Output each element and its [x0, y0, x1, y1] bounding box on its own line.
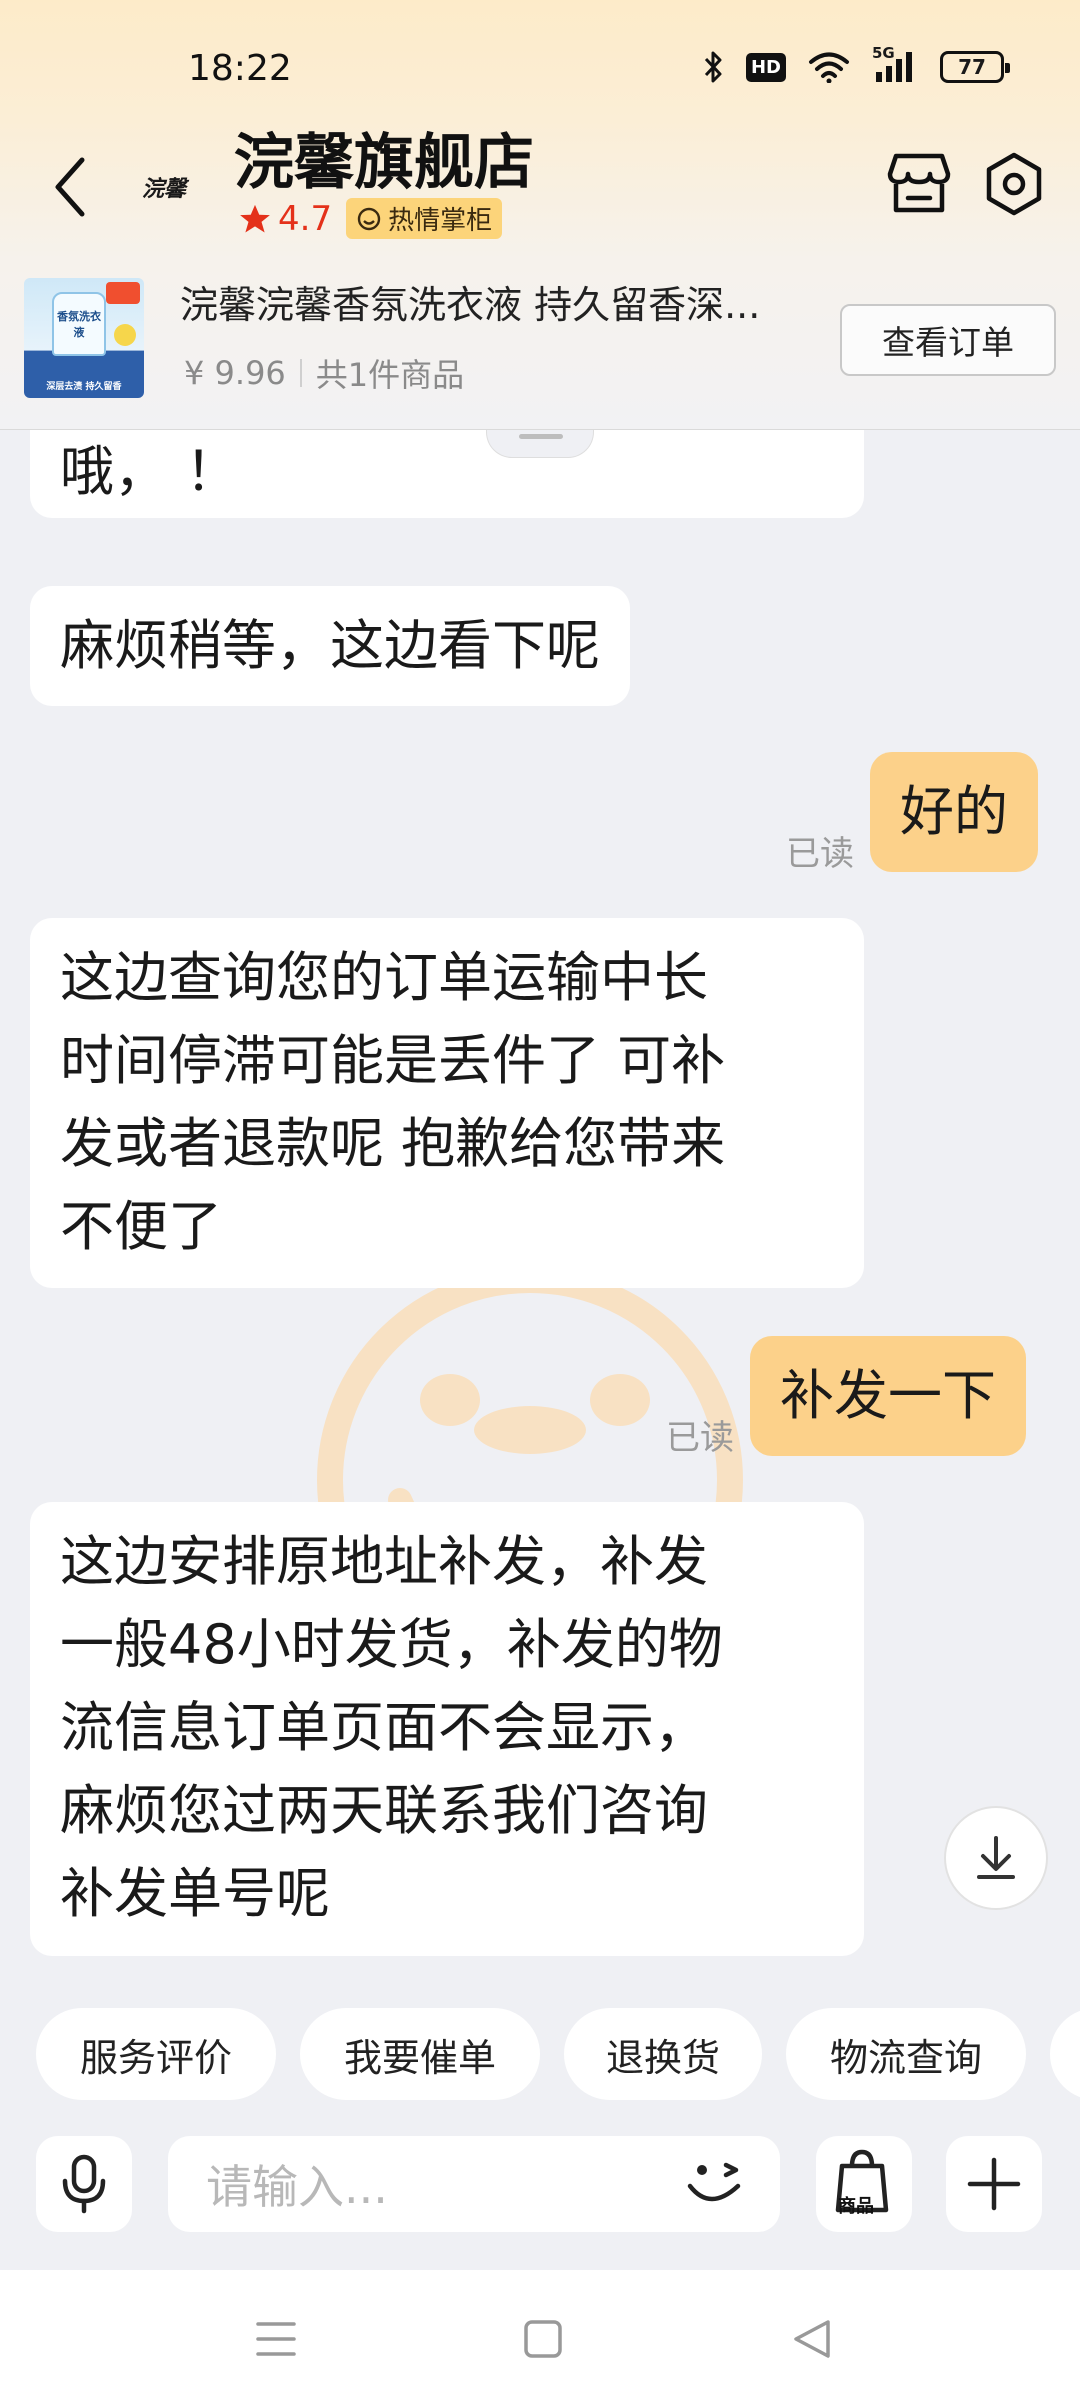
quick-action-chip[interactable]: 退换货	[564, 2008, 762, 2100]
shop-rating: 4.7	[238, 199, 332, 239]
nav-bar: 浣馨 浣馨旗舰店 4.7 热情掌柜	[0, 110, 1080, 260]
square-icon	[524, 2320, 562, 2358]
system-back-button[interactable]	[782, 2314, 842, 2364]
chat-area[interactable]: 哦， ！ 麻烦稍等，这边看下呢 已读 好的 这边查询您的订单运输中长 时间停滞可…	[0, 430, 1080, 1990]
quick-action-chip[interactable]: 服务评价	[36, 2008, 276, 2100]
home-button[interactable]	[514, 2314, 574, 2364]
message-bubble-received[interactable]: 麻烦稍等，这边看下呢	[30, 586, 630, 706]
network-label: 5G	[872, 44, 895, 62]
signal-icon: 5G	[872, 44, 918, 84]
status-time: 18:22	[188, 48, 292, 89]
goods-button[interactable]: 商品	[816, 2136, 912, 2232]
emoji-button[interactable]	[680, 2152, 750, 2216]
battery-indicator: 77	[940, 51, 1010, 83]
shop-logo: 浣馨	[142, 176, 187, 202]
mic-icon	[62, 2154, 106, 2214]
quick-action-chip[interactable]: 我要催单	[300, 2008, 540, 2100]
product-count: 共1件商品	[315, 356, 465, 394]
wifi-icon	[808, 51, 850, 83]
service-badge: 热情掌柜	[346, 198, 503, 239]
store-icon	[887, 153, 951, 213]
voice-button[interactable]	[36, 2136, 132, 2232]
recents-button[interactable]	[246, 2314, 306, 2364]
read-receipt: 已读	[786, 834, 854, 874]
lemon-image	[114, 324, 136, 346]
more-button[interactable]	[946, 2136, 1042, 2232]
star-icon	[240, 204, 270, 232]
store-button[interactable]	[886, 148, 952, 218]
quick-actions: 服务评价 我要催单 退换货 物流查询	[0, 2008, 1080, 2104]
thumb-strip: 深层去渍 持久留香	[46, 382, 122, 392]
plus-icon	[967, 2157, 1021, 2211]
scroll-to-bottom-button[interactable]	[944, 1806, 1048, 1910]
order-card[interactable]: 香氛洗衣液 深层去渍 持久留香 浣馨浣馨香氛洗衣液 持久留香深... ¥ 9.9…	[0, 270, 1080, 430]
shop-name[interactable]: 浣馨旗舰店	[234, 114, 534, 201]
header-area: 18:22 HD 5G 77 浣馨 浣馨旗舰店 4.7 热情掌柜 香氛洗衣液 深…	[0, 0, 1080, 430]
settings-hexagon-icon	[986, 152, 1042, 216]
input-bar: 请输入... 商品	[0, 2132, 1080, 2232]
read-receipt: 已读	[666, 1418, 734, 1458]
emoji-icon	[687, 2162, 741, 2202]
status-icons: HD 5G 77	[702, 44, 1010, 84]
chevron-left-icon	[55, 157, 85, 217]
back-button[interactable]	[48, 152, 98, 222]
message-bubble-received[interactable]: 这边查询您的订单运输中长 时间停滞可能是丢件了 可补 发或者退款呢 抱歉给您带来…	[30, 918, 864, 1288]
rating-row: 4.7 热情掌柜	[238, 198, 503, 239]
goods-label: 商品	[838, 2196, 874, 2217]
hd-badge: HD	[745, 52, 786, 82]
settings-button[interactable]	[980, 150, 1048, 218]
bottle-image: 香氛洗衣液	[52, 292, 106, 356]
view-order-button[interactable]: 查看订单	[840, 304, 1056, 376]
message-bubble-sent[interactable]: 补发一下	[750, 1336, 1026, 1456]
product-price: ¥ 9.96	[184, 354, 286, 392]
meta-divider	[299, 359, 302, 387]
quick-action-chip-overflow[interactable]	[1050, 2008, 1080, 2100]
message-bubble-sent[interactable]: 好的	[870, 752, 1038, 872]
message-bubble-received[interactable]: 这边安排原地址补发，补发 一般48小时发货，补发的物 流信息订单页面不会显示， …	[30, 1502, 864, 1956]
product-title[interactable]: 浣馨浣馨香氛洗衣液 持久留香深...	[180, 274, 820, 329]
bluetooth-icon	[702, 50, 724, 84]
pull-down-handle[interactable]	[486, 430, 594, 458]
product-thumbnail[interactable]: 香氛洗衣液 深层去渍 持久留香	[24, 278, 144, 398]
smile-badge-icon	[357, 207, 381, 230]
product-meta: ¥ 9.96 共1件商品	[184, 350, 464, 396]
promo-tag	[106, 282, 140, 304]
message-bubble-received[interactable]: 哦， ！	[30, 430, 864, 518]
system-nav-bar	[0, 2270, 1080, 2400]
quick-action-chip[interactable]: 物流查询	[786, 2008, 1026, 2100]
triangle-back-icon	[794, 2320, 830, 2358]
arrow-down-icon	[977, 1836, 1015, 1879]
menu-lines-icon	[256, 2322, 296, 2356]
